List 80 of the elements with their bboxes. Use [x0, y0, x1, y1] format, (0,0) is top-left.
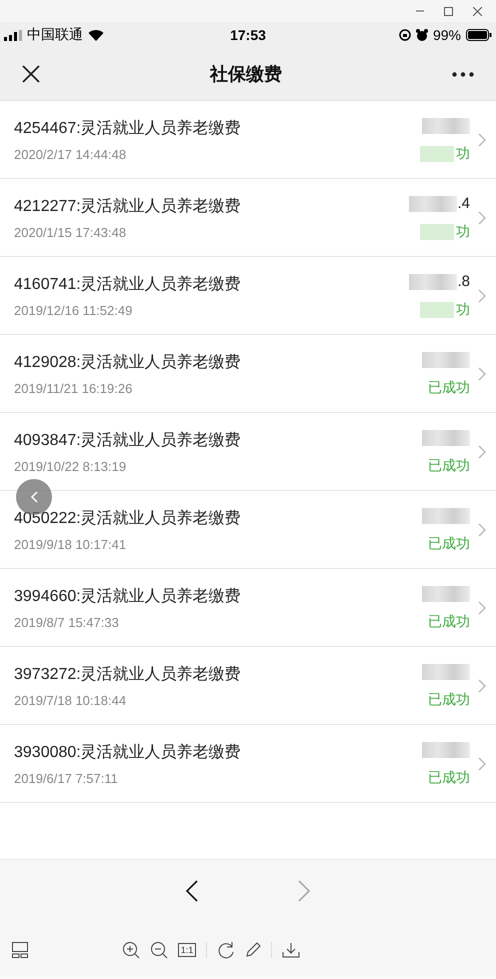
chevron-icon [478, 600, 486, 614]
close-icon[interactable] [473, 6, 482, 16]
blurred-amount [409, 274, 458, 290]
chevron-icon [478, 288, 486, 302]
wifi-icon [88, 29, 104, 41]
blurred-amount [422, 508, 470, 524]
previous-icon[interactable] [186, 880, 198, 902]
record-status: 已成功 [428, 456, 470, 474]
zoom-out-icon[interactable] [150, 940, 168, 958]
record-status: 功 [456, 222, 470, 240]
blurred-amount [422, 586, 470, 602]
pencil-icon[interactable] [245, 942, 262, 958]
record-time: 2019/8/7 15:47:33 [14, 614, 120, 630]
more-icon[interactable] [452, 72, 474, 76]
payment-record[interactable]: 3994660:灵活就业人员养老缴费 2019/8/7 15:47:33 已成功 [0, 569, 496, 647]
download-icon[interactable] [282, 942, 300, 958]
record-status: 已成功 [428, 690, 470, 708]
payment-record[interactable]: 4212277:灵活就业人员养老缴费 2020/1/15 17:43:48 .4 功 [0, 179, 496, 257]
record-time: 2020/1/15 17:43:48 [14, 224, 128, 240]
chevron-icon [478, 678, 486, 692]
battery-percent: 99% [432, 27, 461, 43]
record-amount: .4 [457, 195, 470, 212]
blurred-amount [409, 196, 458, 212]
record-title: 4254467:灵活就业人员养老缴费 [14, 118, 242, 138]
record-status: 已成功 [428, 768, 470, 786]
record-title: 4050222:灵活就业人员养老缴费 [14, 508, 242, 528]
record-title: 4160741:灵活就业人员养老缴费 [14, 274, 242, 294]
record-status: 功 [456, 300, 470, 318]
chevron-icon [478, 210, 486, 224]
page-title: 社保缴费 [210, 63, 282, 86]
blurred-amount [422, 664, 470, 680]
record-title: 4129028:灵活就业人员养老缴费 [14, 352, 242, 372]
record-time: 2019/7/18 10:18:44 [14, 692, 128, 708]
blurred-amount [422, 118, 470, 134]
signal-icon [4, 30, 22, 40]
record-title: 3994660:灵活就业人员养老缴费 [14, 586, 242, 606]
chevron-icon [478, 132, 486, 146]
alarm-icon [416, 29, 428, 41]
maximize-icon[interactable] [444, 6, 453, 16]
chevron-icon [30, 491, 38, 503]
carrier-name: 中国联通 [27, 26, 83, 44]
record-time: 2019/11/21 16:19:26 [14, 380, 134, 396]
payment-record[interactable]: 4129028:灵活就业人员养老缴费 2019/11/21 16:19:26 已成功 [0, 335, 496, 413]
payment-record[interactable]: 4254467:灵活就业人员养老缴费 2020/2/17 14:44:48 功 [0, 101, 496, 179]
payment-record[interactable]: 4160741:灵活就业人员养老缴费 2019/12/16 11:52:49 .8 功 [0, 257, 496, 335]
minimize-icon[interactable] [416, 10, 424, 12]
record-time: 2019/12/16 11:52:49 [14, 302, 134, 318]
record-time: 2019/6/17 7:57:11 [14, 770, 119, 786]
record-status: 已成功 [428, 378, 470, 396]
record-status: 功 [456, 144, 470, 162]
record-time: 2020/2/17 14:44:48 [14, 146, 128, 162]
record-title: 4212277:灵活就业人员养老缴费 [14, 196, 242, 216]
chevron-icon [478, 522, 486, 536]
blurred-amount [422, 742, 470, 758]
actual-size-button[interactable]: 1:1 [178, 942, 196, 956]
record-title: 3930080:灵活就业人员养老缴费 [14, 742, 242, 762]
rotate-icon[interactable] [217, 940, 236, 958]
close-icon[interactable] [22, 65, 40, 83]
chevron-icon [478, 756, 486, 770]
record-time: 2019/9/18 10:17:41 [14, 536, 128, 552]
clock-time: 17:53 [230, 27, 266, 43]
record-amount: .8 [457, 273, 470, 290]
blurred-amount [422, 352, 470, 368]
rotation-lock-icon [398, 29, 411, 41]
zoom-in-icon[interactable] [122, 940, 140, 958]
blurred-status [420, 146, 454, 162]
record-status: 已成功 [428, 612, 470, 630]
thumbnails-icon[interactable] [12, 942, 28, 958]
record-title: 3973272:灵活就业人员养老缴费 [14, 664, 242, 684]
blurred-status [420, 302, 454, 318]
payment-record[interactable]: 3973272:灵活就业人员养老缴费 2019/7/18 10:18:44 已成功 [0, 647, 496, 725]
record-title: 4093847:灵活就业人员养老缴费 [14, 430, 242, 450]
chevron-icon [478, 444, 486, 458]
blurred-status [420, 224, 454, 240]
blurred-amount [422, 430, 470, 446]
battery-icon [466, 29, 492, 41]
payment-record[interactable]: 3930080:灵活就业人员养老缴费 2019/6/17 7:57:11 已成功 [0, 725, 496, 803]
record-status: 已成功 [428, 534, 470, 552]
chevron-icon [478, 366, 486, 380]
record-time: 2019/10/22 8:13:19 [14, 458, 128, 474]
